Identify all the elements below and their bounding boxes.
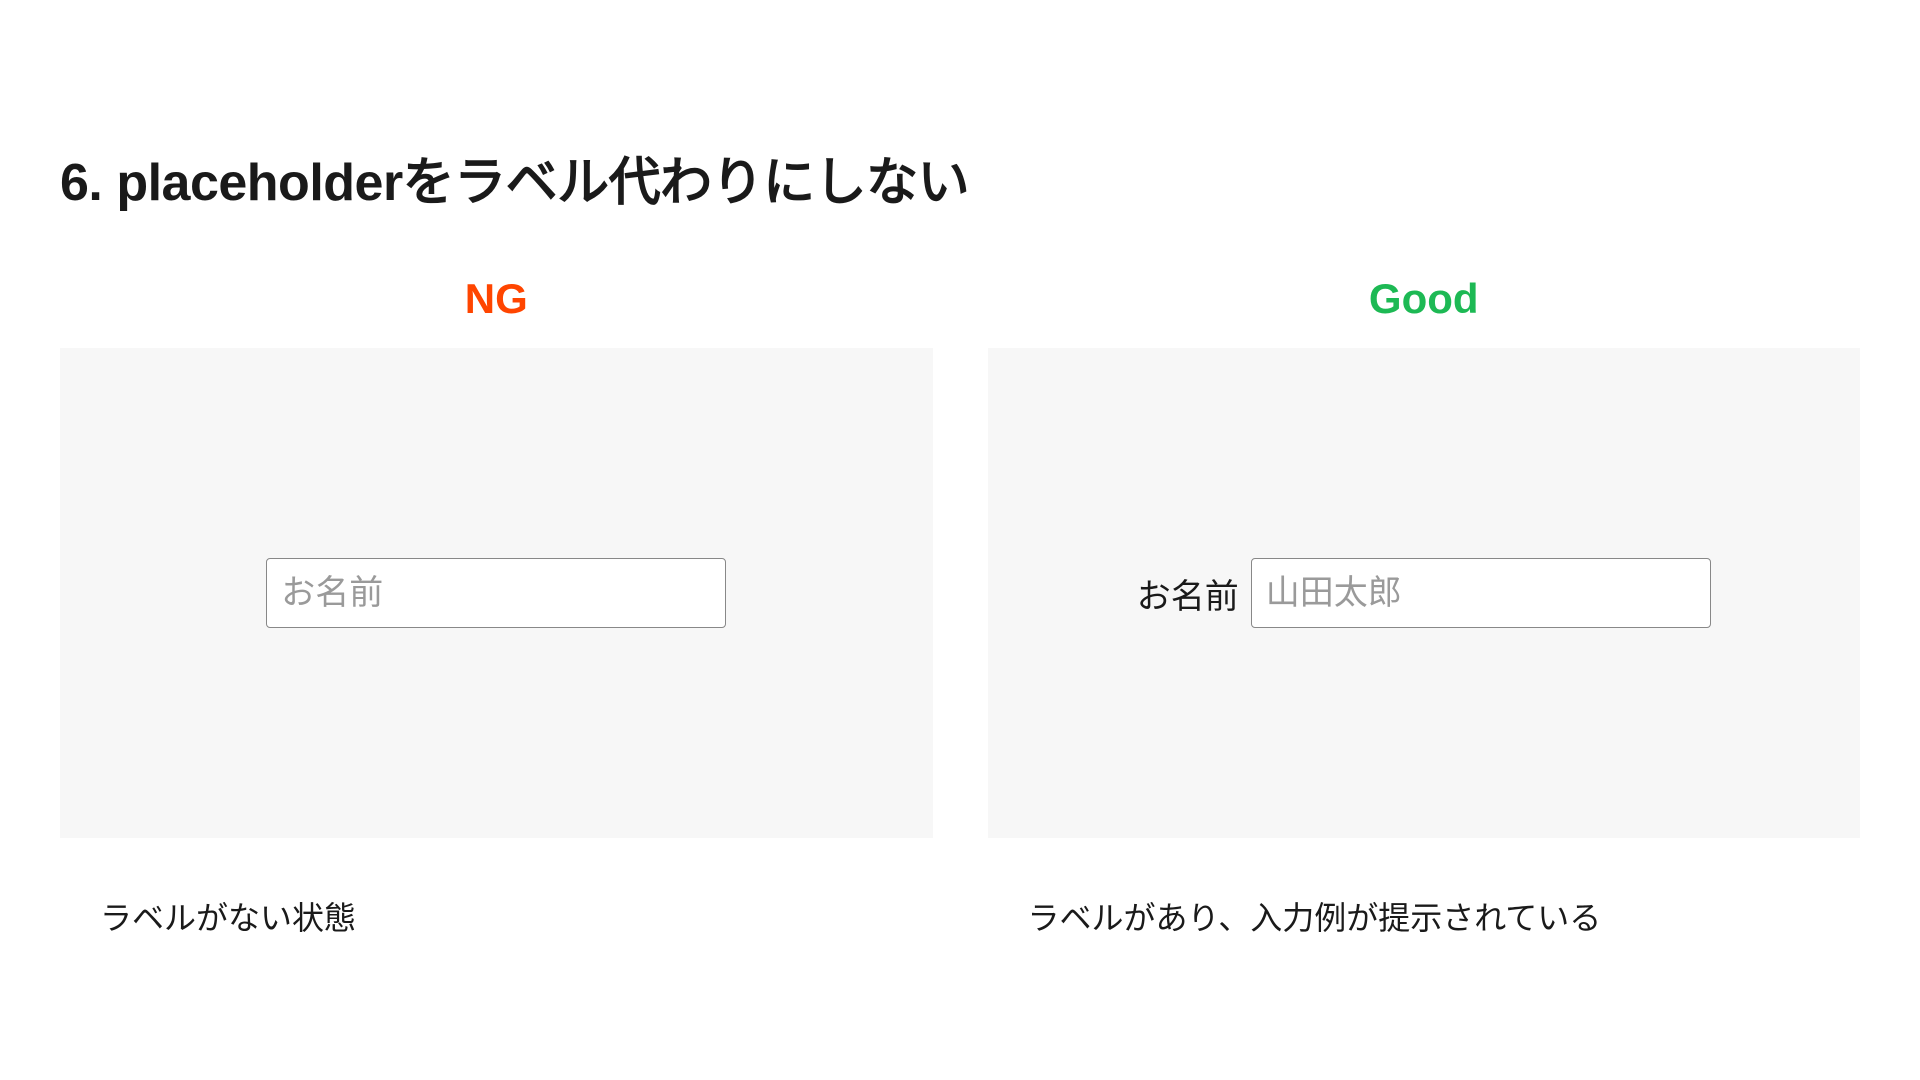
good-caption: ラベルがあり、入力例が提示されている [988, 893, 1861, 939]
good-panel: Good お名前 ラベルがあり、入力例が提示されている [988, 275, 1861, 939]
good-field-row: お名前 [1137, 558, 1711, 628]
ng-field-row [266, 558, 726, 628]
good-label: Good [988, 275, 1861, 323]
good-name-input[interactable] [1251, 558, 1711, 628]
ng-caption: ラベルがない状態 [60, 893, 933, 939]
comparison-panels: NG ラベルがない状態 Good お名前 ラベルがあり、入力例が提示されている [60, 275, 1860, 939]
slide-container: 6. placeholderをラベル代わりにしない NG ラベルがない状態 Go… [0, 0, 1920, 939]
ng-label: NG [60, 275, 933, 323]
good-example-box: お名前 [988, 348, 1861, 838]
ng-example-box [60, 348, 933, 838]
ng-name-input[interactable] [266, 558, 726, 628]
good-field-label: お名前 [1137, 569, 1239, 618]
page-title: 6. placeholderをラベル代わりにしない [60, 140, 1860, 215]
ng-panel: NG ラベルがない状態 [60, 275, 933, 939]
